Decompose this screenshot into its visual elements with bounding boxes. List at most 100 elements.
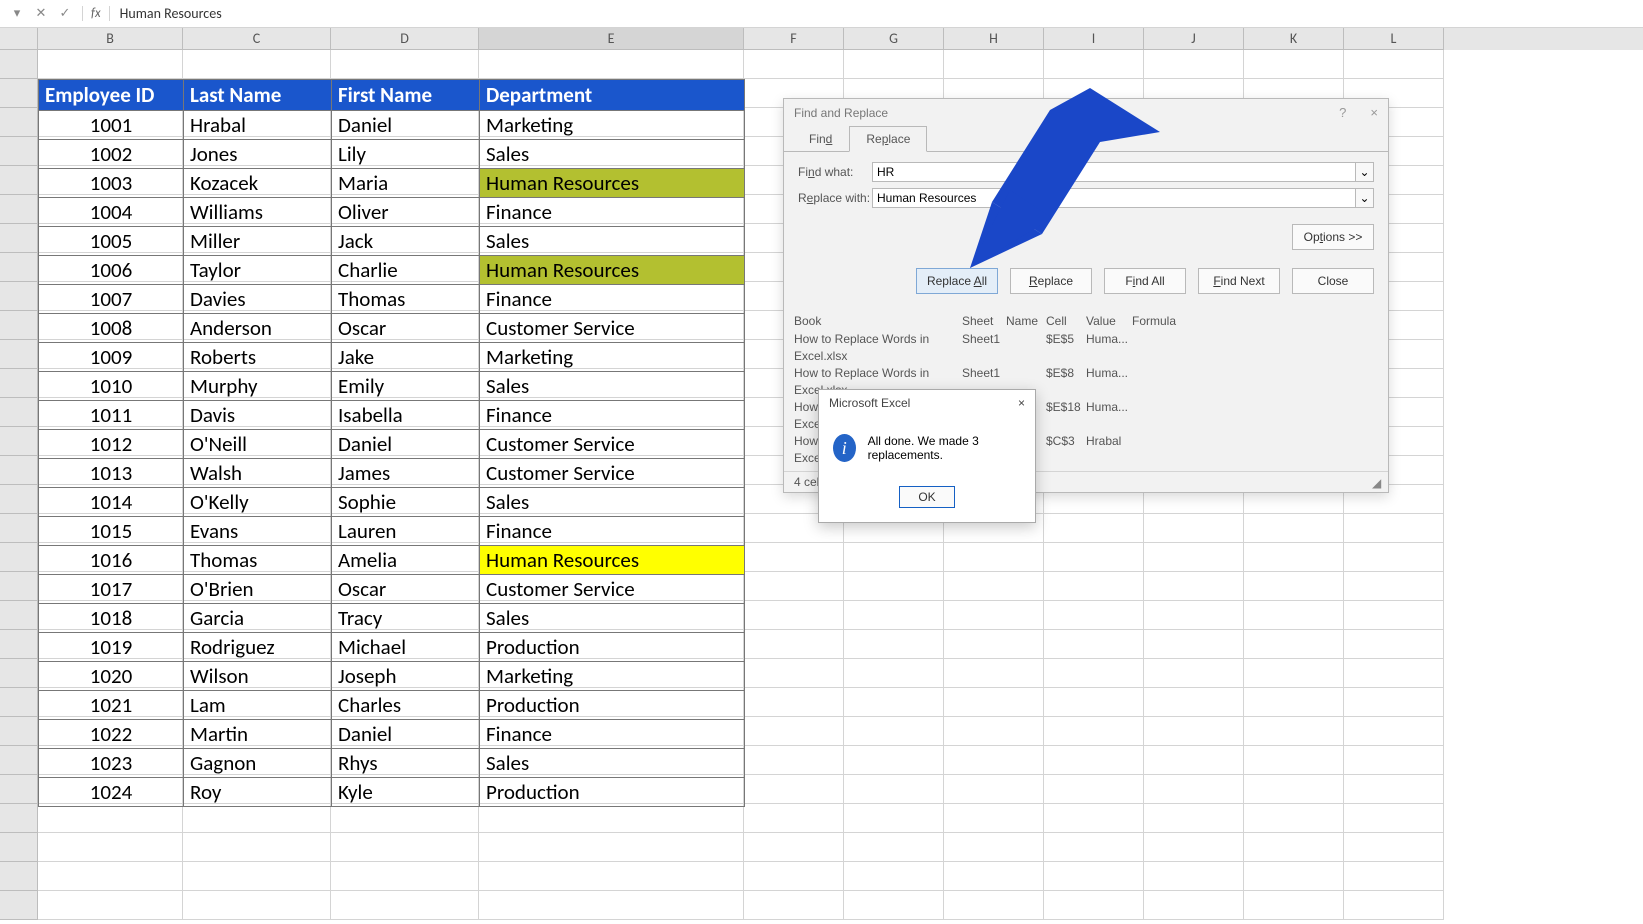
table-cell[interactable]: Finance [480, 401, 745, 430]
column-header-G[interactable]: G [844, 28, 944, 50]
results-header-cell[interactable]: Cell [1046, 314, 1086, 328]
cell[interactable] [1144, 630, 1244, 659]
row-header[interactable] [0, 688, 38, 717]
table-cell[interactable]: Kozacek [184, 169, 332, 198]
cell[interactable] [1244, 572, 1344, 601]
cell[interactable] [1044, 630, 1144, 659]
table-cell[interactable]: Sales [480, 604, 745, 633]
table-cell[interactable]: 1002 [39, 140, 184, 169]
cell[interactable] [844, 688, 944, 717]
cell[interactable] [479, 804, 744, 833]
cell[interactable] [944, 717, 1044, 746]
cell[interactable] [844, 630, 944, 659]
table-cell[interactable]: 1014 [39, 488, 184, 517]
table-cell[interactable]: 1007 [39, 285, 184, 314]
table-cell[interactable]: Sales [480, 749, 745, 778]
table-cell[interactable]: 1023 [39, 749, 184, 778]
table-cell[interactable]: Murphy [184, 372, 332, 401]
column-header-B[interactable]: B [38, 28, 183, 50]
table-cell[interactable]: Human Resources [480, 256, 745, 285]
resize-grip-icon[interactable]: ◢ [1372, 476, 1384, 488]
table-cell[interactable]: 1001 [39, 111, 184, 140]
table-row[interactable]: 1011DavisIsabellaFinance [39, 401, 745, 430]
find-next-button[interactable]: Find Next [1198, 268, 1280, 294]
table-row[interactable]: 1016ThomasAmeliaHuman Resources [39, 546, 745, 575]
cell[interactable] [183, 833, 331, 862]
cell[interactable] [944, 601, 1044, 630]
table-cell[interactable]: Davis [184, 401, 332, 430]
cell[interactable] [944, 543, 1044, 572]
results-header-sheet[interactable]: Sheet [962, 314, 1006, 328]
table-cell[interactable]: Joseph [332, 662, 480, 691]
cell[interactable] [479, 833, 744, 862]
cell[interactable] [183, 50, 331, 79]
row-header[interactable] [0, 717, 38, 746]
cell[interactable] [1244, 688, 1344, 717]
cell[interactable] [744, 717, 844, 746]
table-cell[interactable]: 1016 [39, 546, 184, 575]
cell[interactable] [744, 891, 844, 920]
table-cell[interactable]: Kyle [332, 778, 480, 807]
cell[interactable] [844, 746, 944, 775]
cell[interactable] [944, 862, 1044, 891]
table-row[interactable]: 1008AndersonOscarCustomer Service [39, 314, 745, 343]
ok-button[interactable]: OK [899, 486, 955, 508]
cell[interactable] [183, 804, 331, 833]
table-cell[interactable]: 1022 [39, 720, 184, 749]
row-header[interactable] [0, 659, 38, 688]
table-cell[interactable]: 1006 [39, 256, 184, 285]
cell[interactable] [844, 862, 944, 891]
table-cell[interactable]: Martin [184, 720, 332, 749]
table-cell[interactable]: O'Brien [184, 575, 332, 604]
table-cell[interactable]: Customer Service [480, 430, 745, 459]
table-cell[interactable]: 1015 [39, 517, 184, 546]
results-header-value[interactable]: Value [1086, 314, 1132, 328]
table-row[interactable]: 1010MurphyEmilySales [39, 372, 745, 401]
cell[interactable] [1044, 804, 1144, 833]
table-row[interactable]: 1023GagnonRhysSales [39, 749, 745, 778]
table-cell[interactable]: Production [480, 778, 745, 807]
table-cell[interactable]: Jake [332, 343, 480, 372]
table-row[interactable]: 1017O'BrienOscarCustomer Service [39, 575, 745, 604]
table-row[interactable]: 1007DaviesThomasFinance [39, 285, 745, 314]
table-cell[interactable]: Marketing [480, 343, 745, 372]
results-header-formula[interactable]: Formula [1132, 314, 1192, 328]
row-header[interactable] [0, 514, 38, 543]
table-cell[interactable]: O'Neill [184, 430, 332, 459]
table-cell[interactable]: Garcia [184, 604, 332, 633]
cell[interactable] [331, 891, 479, 920]
cell[interactable] [1244, 50, 1344, 79]
table-row[interactable]: 1024RoyKyleProduction [39, 778, 745, 807]
table-cell[interactable]: Maria [332, 169, 480, 198]
cell[interactable] [844, 891, 944, 920]
table-row[interactable]: 1005MillerJackSales [39, 227, 745, 256]
table-cell[interactable]: Wilson [184, 662, 332, 691]
table-cell[interactable]: Hrabal [184, 111, 332, 140]
table-cell[interactable]: Thomas [332, 285, 480, 314]
cell[interactable] [1244, 862, 1344, 891]
row-header[interactable] [0, 572, 38, 601]
table-cell[interactable]: O'Kelly [184, 488, 332, 517]
cell[interactable] [1044, 833, 1144, 862]
cell[interactable] [1344, 601, 1444, 630]
table-cell[interactable]: Roberts [184, 343, 332, 372]
table-cell[interactable]: Rhys [332, 749, 480, 778]
row-header[interactable] [0, 485, 38, 514]
table-cell[interactable]: Human Resources [480, 546, 745, 575]
cell[interactable] [1244, 775, 1344, 804]
cell[interactable] [844, 50, 944, 79]
table-cell[interactable]: 1020 [39, 662, 184, 691]
msgbox-close-icon[interactable]: × [1018, 396, 1025, 410]
close-button[interactable]: Close [1292, 268, 1374, 294]
replace-dropdown-icon[interactable]: ⌄ [1356, 188, 1374, 208]
cell[interactable] [1344, 659, 1444, 688]
dropdown-icon[interactable]: ▾ [10, 7, 24, 21]
row-header[interactable] [0, 543, 38, 572]
row-header[interactable] [0, 804, 38, 833]
column-header-K[interactable]: K [1244, 28, 1344, 50]
table-cell[interactable]: Isabella [332, 401, 480, 430]
table-cell[interactable]: 1011 [39, 401, 184, 430]
table-cell[interactable]: Michael [332, 633, 480, 662]
table-cell[interactable]: 1024 [39, 778, 184, 807]
table-cell[interactable]: 1010 [39, 372, 184, 401]
